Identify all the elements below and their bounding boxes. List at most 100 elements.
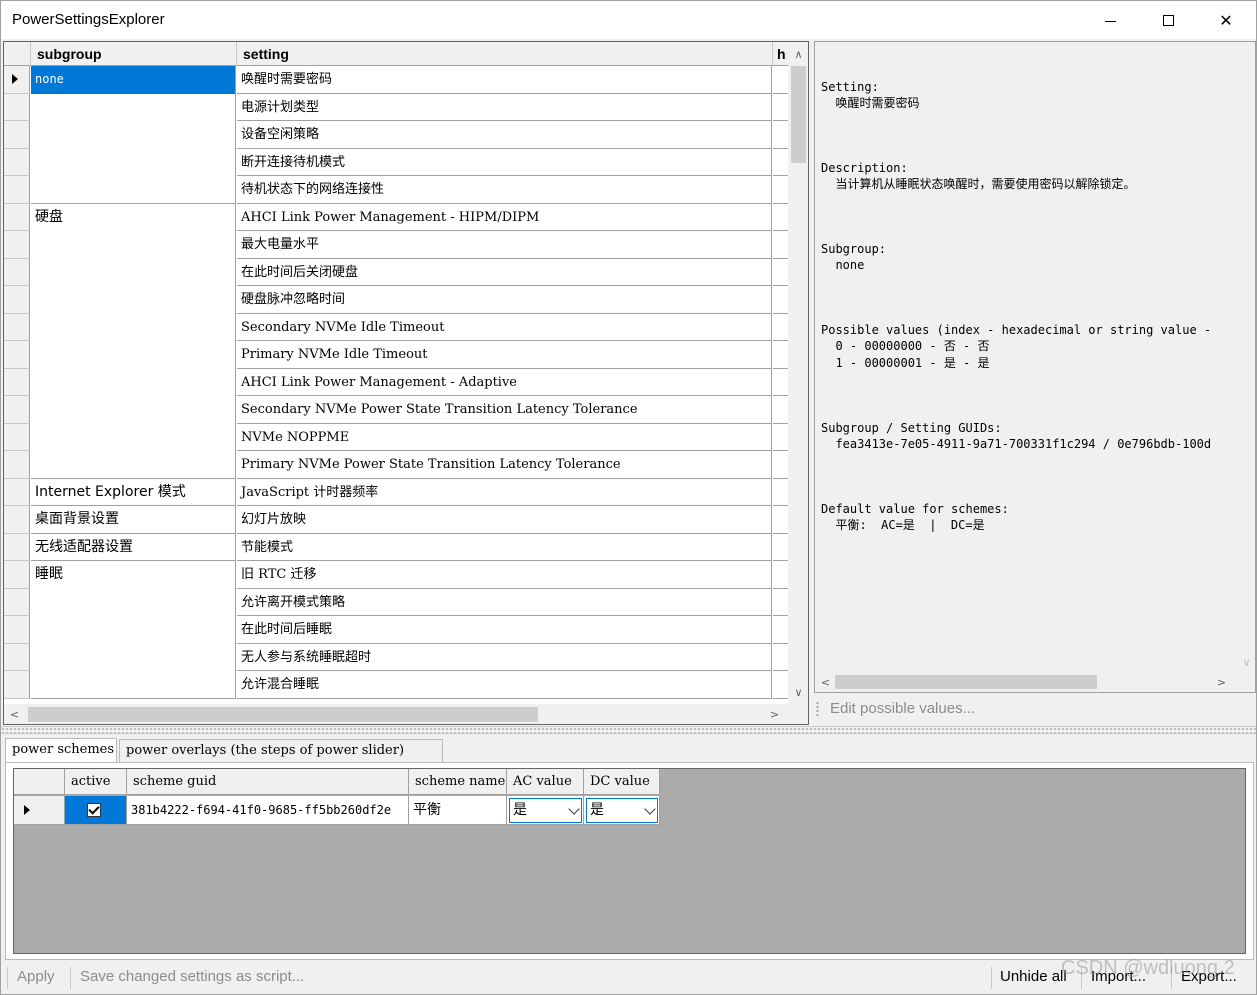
hidden-cell[interactable] xyxy=(773,671,788,699)
edit-possible-values-button[interactable]: Edit possible values... xyxy=(816,697,975,721)
scroll-thumb[interactable] xyxy=(28,707,538,722)
setting-cell[interactable]: 待机状态下的网络连接性 xyxy=(237,176,772,204)
table-row[interactable]: 在此时间后睡眠 xyxy=(4,616,788,644)
row-header[interactable] xyxy=(4,203,30,231)
column-header-scheme-guid[interactable]: scheme guid xyxy=(127,769,409,795)
table-row[interactable]: NVMe NOPPME xyxy=(4,423,788,451)
subgroup-cell[interactable] xyxy=(31,93,236,121)
table-row[interactable]: 无人参与系统睡眠超时 xyxy=(4,643,788,671)
setting-cell[interactable]: 唤醒时需要密码 xyxy=(237,66,772,94)
table-row[interactable]: 在此时间后关闭硬盘 xyxy=(4,258,788,286)
hidden-cell[interactable] xyxy=(773,204,788,231)
hidden-cell[interactable] xyxy=(773,341,788,369)
subgroup-cell[interactable]: 睡眠 xyxy=(31,561,236,589)
scroll-left-icon[interactable]: < xyxy=(817,674,834,691)
row-header[interactable] xyxy=(4,368,30,396)
setting-cell[interactable]: 硬盘脉冲忽略时间 xyxy=(237,286,772,314)
row-header[interactable] xyxy=(4,506,30,534)
setting-cell[interactable]: Secondary NVMe Power State Transition La… xyxy=(237,396,772,424)
row-header[interactable] xyxy=(4,451,30,479)
scroll-thumb[interactable] xyxy=(791,66,806,163)
setting-cell[interactable]: 断开连接待机模式 xyxy=(237,148,772,176)
hidden-cell[interactable] xyxy=(773,94,788,121)
subgroup-cell[interactable]: Internet Explorer 模式 xyxy=(31,478,236,506)
table-row[interactable]: none 唤醒时需要密码 xyxy=(4,66,788,94)
row-header[interactable] xyxy=(4,671,30,699)
row-header[interactable] xyxy=(4,93,30,121)
minimize-button[interactable] xyxy=(1081,1,1139,39)
subgroup-cell[interactable]: 无线适配器设置 xyxy=(31,533,236,561)
subgroup-cell[interactable] xyxy=(31,286,236,314)
table-row[interactable]: Internet Explorer 模式 JavaScript 计时器频率 xyxy=(4,478,788,506)
setting-cell[interactable]: JavaScript 计时器频率 xyxy=(237,478,772,506)
subgroup-cell[interactable] xyxy=(31,148,236,176)
subgroup-cell[interactable] xyxy=(31,423,236,451)
row-header[interactable] xyxy=(4,561,30,589)
horizontal-splitter[interactable] xyxy=(1,726,1256,734)
row-header[interactable] xyxy=(4,176,30,204)
column-header-subgroup[interactable]: subgroup xyxy=(31,42,237,66)
setting-cell[interactable]: 在此时间后关闭硬盘 xyxy=(237,258,772,286)
row-header[interactable] xyxy=(4,66,30,94)
subgroup-cell[interactable]: 桌面背景设置 xyxy=(31,506,236,534)
setting-cell[interactable]: Primary NVMe Power State Transition Late… xyxy=(237,451,772,479)
scroll-down-icon[interactable]: ∨ xyxy=(790,684,807,701)
setting-cell[interactable]: 节能模式 xyxy=(237,533,772,561)
hidden-cell[interactable] xyxy=(773,561,788,589)
details-vertical-scrollbar[interactable]: ∨ xyxy=(1238,42,1255,674)
setting-cell[interactable]: NVMe NOPPME xyxy=(237,423,772,451)
setting-cell[interactable]: 最大电量水平 xyxy=(237,231,772,259)
settings-grid[interactable]: subgroup setting h none 唤醒时需要密码 电源计划类型 设备空闲… xyxy=(3,41,809,725)
setting-cell[interactable]: 无人参与系统睡眠超时 xyxy=(237,643,772,671)
setting-cell[interactable]: 幻灯片放映 xyxy=(237,506,772,534)
table-row[interactable]: Secondary NVMe Idle Timeout xyxy=(4,313,788,341)
table-row[interactable]: 硬盘 AHCI Link Power Management - HIPM/DIPM xyxy=(4,203,788,231)
maximize-button[interactable] xyxy=(1139,1,1197,39)
details-horizontal-scrollbar[interactable]: < > xyxy=(815,672,1238,692)
subgroup-cell[interactable] xyxy=(31,616,236,644)
row-header[interactable] xyxy=(4,231,30,259)
table-row[interactable]: 断开连接待机模式 xyxy=(4,148,788,176)
table-row[interactable]: 待机状态下的网络连接性 xyxy=(4,176,788,204)
hidden-cell[interactable] xyxy=(773,369,788,396)
table-row[interactable]: 电源计划类型 xyxy=(4,93,788,121)
apply-button[interactable]: Apply xyxy=(17,968,55,985)
scheme-name-cell[interactable]: 平衡 xyxy=(409,796,507,825)
table-row[interactable]: Secondary NVMe Power State Transition La… xyxy=(4,396,788,424)
row-header[interactable] xyxy=(4,423,30,451)
tab-power-schemes[interactable]: power schemes xyxy=(5,738,117,763)
table-row[interactable]: 设备空闲策略 xyxy=(4,121,788,149)
row-header[interactable] xyxy=(4,588,30,616)
table-row[interactable]: AHCI Link Power Management - Adaptive xyxy=(4,368,788,396)
setting-cell[interactable]: Secondary NVMe Idle Timeout xyxy=(237,313,772,341)
setting-cell[interactable]: Primary NVMe Idle Timeout xyxy=(237,341,772,369)
table-row[interactable]: 最大电量水平 xyxy=(4,231,788,259)
hidden-cell[interactable] xyxy=(773,396,788,424)
column-header-dc-value[interactable]: DC value xyxy=(584,769,660,795)
column-header-h[interactable]: h xyxy=(773,42,788,66)
row-header[interactable] xyxy=(4,286,30,314)
scroll-up-icon[interactable]: ∧ xyxy=(790,46,807,63)
column-header-scheme-name[interactable]: scheme name xyxy=(409,769,507,795)
setting-cell[interactable]: 旧 RTC 迁移 xyxy=(237,561,772,589)
setting-cell[interactable]: AHCI Link Power Management - HIPM/DIPM xyxy=(237,203,772,231)
hidden-cell[interactable] xyxy=(773,66,788,94)
hidden-cell[interactable] xyxy=(773,286,788,314)
table-row[interactable]: 硬盘脉冲忽略时间 xyxy=(4,286,788,314)
column-header-ac-value[interactable]: AC value xyxy=(507,769,584,795)
subgroup-cell[interactable] xyxy=(31,341,236,369)
scheme-guid-cell[interactable]: 381b4222-f694-41f0-9685-ff5bb260df2e xyxy=(127,796,409,825)
hidden-cell[interactable] xyxy=(773,589,788,616)
row-header[interactable] xyxy=(4,341,30,369)
hidden-cell[interactable] xyxy=(773,176,788,204)
table-row[interactable]: 允许混合睡眠 xyxy=(4,671,788,699)
scroll-down-icon[interactable]: ∨ xyxy=(1238,654,1255,671)
subgroup-cell[interactable]: 硬盘 xyxy=(31,203,236,231)
unhide-all-button[interactable]: Unhide all xyxy=(1000,968,1067,985)
row-header[interactable] xyxy=(4,533,30,561)
subgroup-cell[interactable] xyxy=(31,451,236,479)
table-row[interactable]: 允许离开模式策略 xyxy=(4,588,788,616)
subgroup-cell[interactable] xyxy=(31,258,236,286)
setting-details-panel[interactable]: Setting: 唤醒时需要密码 Description: 当计算机从睡眠状态唤… xyxy=(814,41,1256,693)
table-row[interactable]: 无线适配器设置 节能模式 xyxy=(4,533,788,561)
